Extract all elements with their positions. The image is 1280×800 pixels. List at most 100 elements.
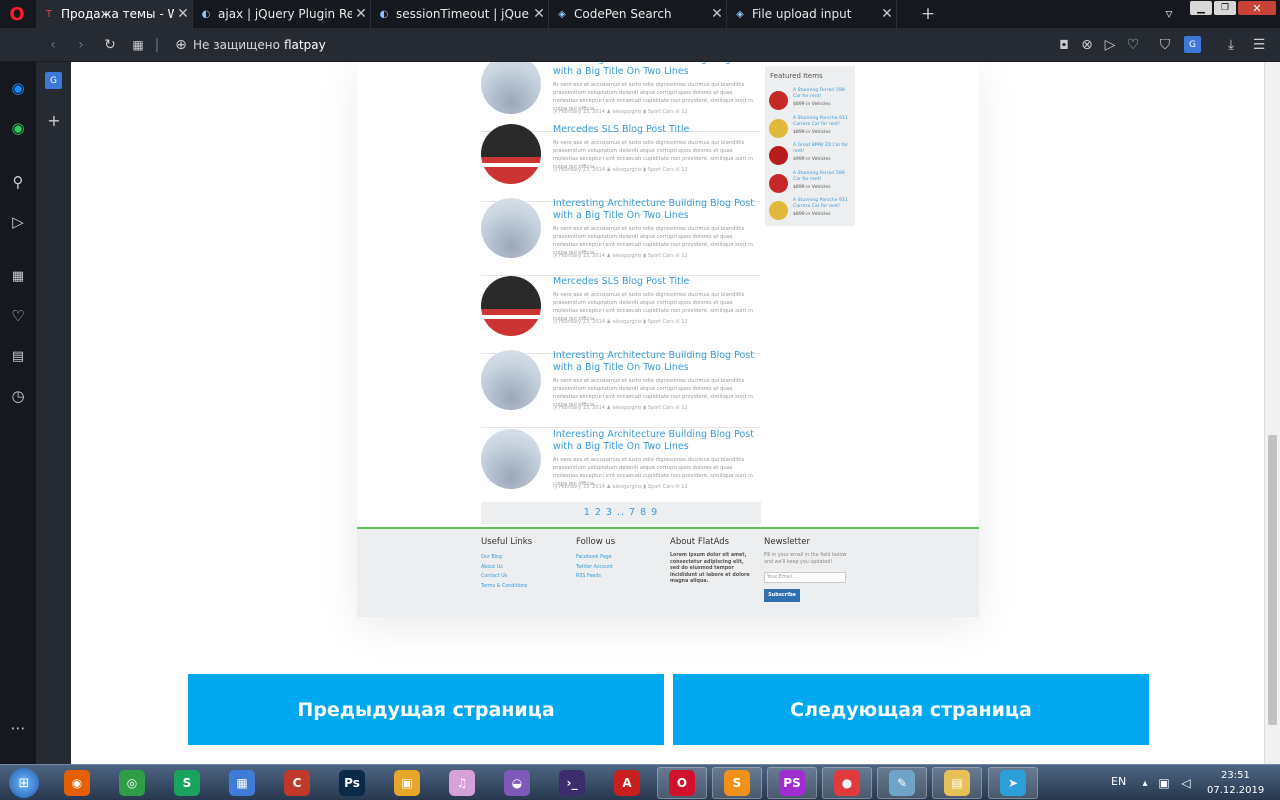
tab-close-icon[interactable]: ✕	[530, 6, 548, 22]
translate-icon[interactable]: G	[1184, 36, 1201, 53]
speed-dial-icon[interactable]: ▦	[6, 264, 30, 288]
tab-2[interactable]: ◐ ajax | jQuery Plugin Registry✕	[193, 0, 371, 28]
tab-1[interactable]: T Продажа темы - WordPress✕	[36, 0, 193, 28]
taskbar-app[interactable]: ◎	[107, 767, 157, 799]
tab-close-icon[interactable]: ✕	[878, 6, 896, 22]
reload-icon[interactable]: ↻	[100, 35, 120, 55]
footer-link[interactable]: RSS Feeds	[576, 572, 615, 582]
more-icon[interactable]: ⋯	[6, 716, 30, 740]
heart-icon[interactable]: ♡	[6, 304, 30, 328]
easy-setup-icon[interactable]: ☰	[1250, 35, 1268, 55]
whatsapp-icon[interactable]: ◉	[6, 116, 30, 140]
post-title[interactable]: Interesting Architecture Building Blog P…	[553, 62, 758, 78]
featured-name[interactable]: A Stunning Ferrari 599 Car for rent!	[793, 171, 853, 183]
taskbar-app[interactable]: PS	[767, 767, 817, 799]
post-thumbnail[interactable]	[481, 198, 541, 258]
post-thumbnail[interactable]	[481, 62, 541, 114]
tray-arrow-icon[interactable]: ▴	[1138, 775, 1152, 791]
featured-name[interactable]: A Great BMW Z4 Car for rent!	[793, 143, 853, 155]
taskbar-app[interactable]: O	[657, 767, 707, 799]
messenger-icon[interactable]: ◉	[6, 76, 30, 100]
post-thumbnail[interactable]	[481, 276, 541, 336]
tab-4[interactable]: ◈ CodePen Search ✕	[549, 0, 727, 28]
shield-icon[interactable]: ⛉	[1156, 35, 1174, 55]
clock-time[interactable]: 23:51	[1221, 770, 1250, 781]
post-title[interactable]: Mercedes SLS Blog Post Title	[553, 124, 758, 136]
clock-date[interactable]: 07.12.2019	[1207, 785, 1264, 796]
featured-name[interactable]: A Stunning Ferrari 599 Car for rent!	[793, 88, 853, 100]
taskbar-app[interactable]: S	[712, 767, 762, 799]
featured-item[interactable]: A Stunning Ferrari 599 Car for rent! $899…	[769, 171, 853, 197]
taskbar-app[interactable]: S	[162, 767, 212, 799]
taskbar-app[interactable]: ◉	[52, 767, 102, 799]
taskbar-app[interactable]: ♫	[437, 767, 487, 799]
footer-link[interactable]: Twitter Account	[576, 563, 615, 573]
footer-link[interactable]: Our Blog	[481, 553, 532, 563]
post-item[interactable]: Interesting Architecture Building Blog P…	[481, 198, 761, 276]
tab-3[interactable]: ◐ sessionTimeout | jQuery Plugin✕	[371, 0, 549, 28]
taskbar-app[interactable]: ✎	[877, 767, 927, 799]
tab-close-icon[interactable]: ✕	[352, 6, 370, 22]
taskbar-app[interactable]: ➤	[988, 767, 1038, 799]
post-thumbnail[interactable]	[481, 350, 541, 410]
history-icon[interactable]: ◷	[6, 384, 30, 408]
heart-icon[interactable]: ♡	[1124, 35, 1142, 55]
taskbar-app[interactable]: C	[272, 767, 322, 799]
new-tab-icon[interactable]: +	[917, 3, 939, 25]
featured-item[interactable]: A Stunning Porsche 911 Carrera Car for r…	[769, 198, 853, 224]
post-thumbnail[interactable]	[481, 429, 541, 489]
featured-item[interactable]: A Stunning Ferrari 599 Car for rent! $899…	[769, 88, 853, 114]
post-item[interactable]: Interesting Architecture Building Blog P…	[481, 350, 761, 428]
post-title[interactable]: Interesting Architecture Building Blog P…	[553, 198, 758, 222]
tab-5[interactable]: ◈ File upload input ✕	[727, 0, 897, 28]
taskbar-app[interactable]: ▣	[382, 767, 432, 799]
post-item[interactable]: Interesting Architecture Building Blog P…	[481, 429, 761, 507]
tab-close-icon[interactable]: ✕	[174, 6, 192, 22]
send-icon[interactable]: ▷	[1101, 35, 1119, 55]
forward-icon[interactable]: ›	[72, 35, 90, 55]
translate-extension-icon[interactable]: G	[45, 72, 62, 89]
minimize-icon[interactable]: ▁	[1190, 1, 1212, 15]
featured-name[interactable]: A Stunning Porsche 911 Carrera Car for r…	[793, 198, 853, 210]
featured-name[interactable]: A Stunning Porsche 911 Carrera Car for r…	[793, 116, 853, 128]
news-icon[interactable]: ▤	[6, 344, 30, 368]
start-button[interactable]: ⊞	[0, 767, 48, 799]
security-label[interactable]: Не защищено	[193, 38, 280, 52]
taskbar-app[interactable]: Ps	[327, 767, 377, 799]
camera-icon[interactable]: ◘	[1055, 35, 1073, 55]
taskbar-app[interactable]: ◒	[492, 767, 542, 799]
url-input[interactable]: flatpay	[284, 38, 326, 52]
subscribe-button[interactable]: Subscribe	[764, 589, 800, 602]
opera-menu-icon[interactable]: O	[6, 4, 28, 25]
post-item[interactable]: Mercedes SLS Blog Post Title At vero eos…	[481, 124, 761, 202]
language-indicator[interactable]: EN	[1111, 775, 1126, 788]
footer-link[interactable]: Facebook Page	[576, 553, 615, 563]
network-icon[interactable]: ▣	[1156, 775, 1172, 791]
pagination[interactable]: 1 2 3 .. 7 8 9	[481, 502, 761, 524]
block-icon[interactable]: ⊗	[1078, 35, 1096, 55]
post-title[interactable]: Interesting Architecture Building Blog P…	[553, 350, 758, 374]
tab-close-icon[interactable]: ✕	[708, 6, 726, 22]
next-page-button[interactable]: Следующая страница	[673, 674, 1149, 745]
taskbar-app[interactable]: ›_	[547, 767, 597, 799]
volume-icon[interactable]: ◁	[1178, 775, 1194, 791]
taskbar-app[interactable]: ●	[822, 767, 872, 799]
footer-link[interactable]: Contact Us	[481, 572, 532, 582]
download-icon[interactable]: ⤓	[1222, 35, 1240, 55]
taskbar-app[interactable]: ▦	[217, 767, 267, 799]
tabs-grid-icon[interactable]: ▦	[128, 35, 148, 55]
email-field[interactable]: Your Email...	[764, 572, 846, 583]
send-icon[interactable]: ▷	[6, 210, 30, 234]
post-item[interactable]: Mercedes SLS Blog Post Title At vero eos…	[481, 276, 761, 354]
scrollbar-thumb[interactable]	[1268, 435, 1277, 725]
prev-page-button[interactable]: Предыдущая страница	[188, 674, 664, 745]
search-icon[interactable]: ⚲	[6, 170, 30, 194]
vertical-scrollbar[interactable]	[1264, 62, 1280, 764]
featured-item[interactable]: A Stunning Porsche 911 Carrera Car for r…	[769, 116, 853, 142]
close-window-icon[interactable]: ✕	[1238, 1, 1276, 15]
taskbar-app[interactable]: ▤	[932, 767, 982, 799]
post-thumbnail[interactable]	[481, 124, 541, 184]
tab-menu-icon[interactable]: ▿	[1158, 4, 1180, 24]
add-panel-icon[interactable]: +	[44, 110, 64, 130]
footer-link[interactable]: About Us	[481, 563, 532, 573]
